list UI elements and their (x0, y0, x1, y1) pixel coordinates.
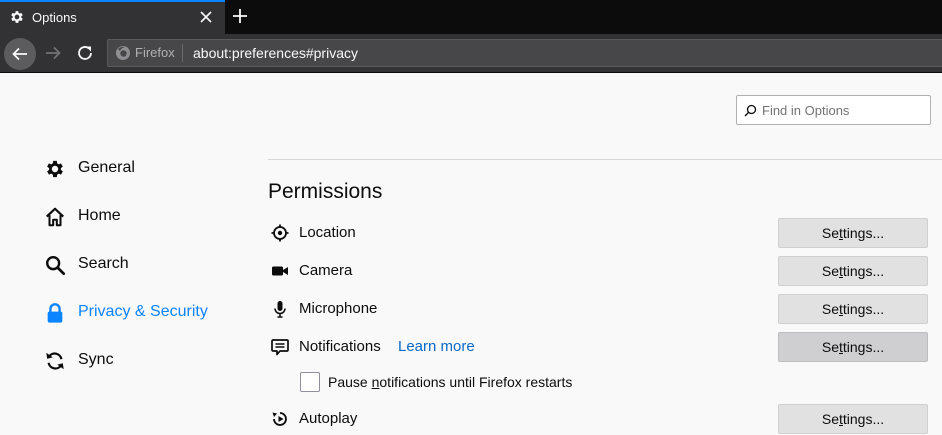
find-in-options-box[interactable] (736, 95, 931, 125)
permission-label: Location (299, 224, 356, 241)
search-input[interactable] (762, 101, 922, 119)
permission-label: Notifications (299, 338, 381, 355)
search-icon (46, 256, 66, 276)
navigation-toolbar: Firefox about:preferences#privacy (0, 34, 942, 73)
learn-more-link[interactable]: Learn more (398, 338, 475, 355)
arrow-left-icon (12, 47, 27, 61)
section-title: Permissions (268, 180, 383, 203)
notifications-settings-button[interactable]: Settings... (778, 332, 928, 362)
location-icon (271, 224, 289, 242)
camera-settings-button[interactable]: Settings... (778, 256, 928, 286)
camera-icon (272, 266, 288, 276)
permission-label: Autoplay (299, 410, 358, 427)
gear-icon (11, 11, 23, 23)
category-label: General (78, 159, 135, 176)
category-label: Privacy & Security (78, 303, 208, 320)
url-separator (182, 44, 183, 62)
location-settings-button[interactable]: Settings... (778, 218, 928, 248)
pause-notifications-checkbox[interactable] (300, 372, 320, 392)
category-label: Sync (78, 351, 114, 368)
lock-icon (47, 303, 63, 323)
microphone-settings-button[interactable]: Settings... (778, 294, 928, 324)
identity-label: Firefox (135, 45, 175, 60)
permission-label: Microphone (299, 300, 378, 317)
arrow-right-icon[interactable] (44, 44, 62, 62)
home-icon (45, 207, 65, 227)
pause-notifications-label[interactable]: Pause notifications until Firefox restar… (328, 374, 572, 390)
sync-icon (46, 352, 64, 370)
tab-title: Options (32, 10, 77, 25)
autoplay-settings-button[interactable]: Settings... (778, 404, 928, 434)
microphone-icon (274, 301, 286, 318)
gear-icon (47, 160, 63, 178)
permission-row-camera: Camera Settings... (268, 255, 942, 287)
notification-icon (271, 339, 289, 356)
firefox-icon[interactable] (115, 45, 131, 61)
category-label: Search (78, 255, 129, 272)
permission-row-location: Location Settings... (268, 217, 942, 249)
plus-icon[interactable] (231, 7, 249, 25)
tab-strip: Options (0, 0, 942, 34)
permission-row-notifications: Notifications Learn more Settings... (268, 331, 942, 363)
permission-label: Camera (299, 262, 353, 279)
tab-options[interactable]: Options (0, 0, 225, 34)
reload-icon[interactable] (76, 44, 94, 62)
section-divider (268, 159, 942, 160)
autoplay-icon (272, 412, 287, 426)
permission-row-microphone: Microphone Settings... (268, 293, 942, 325)
back-button[interactable] (4, 38, 36, 70)
url-bar[interactable]: Firefox about:preferences#privacy (107, 39, 942, 67)
close-icon[interactable] (199, 10, 213, 24)
permission-row-autoplay: Autoplay Settings... (268, 403, 942, 435)
search-icon (744, 104, 757, 117)
url-text[interactable]: about:preferences#privacy (193, 45, 358, 61)
category-label: Home (78, 207, 121, 224)
